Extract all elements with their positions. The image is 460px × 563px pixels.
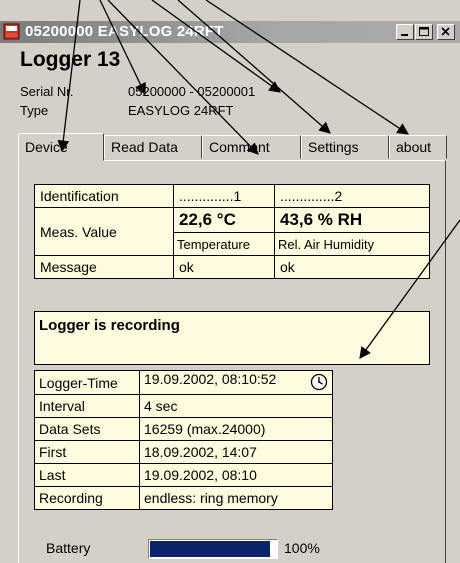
table-row: Recording endless: ring memory <box>34 486 333 510</box>
tab-settings[interactable]: Settings <box>301 135 389 159</box>
humidity-value: 43,6 % RH <box>274 207 430 233</box>
table-row: Message ok ok <box>34 255 430 279</box>
datasets-value: 16259 (max.24000) <box>139 417 333 441</box>
identification-1: ..............1 <box>173 184 275 208</box>
serial-row: Serial Nr. 05200000 - 05200001 <box>20 84 255 99</box>
battery-label: Battery <box>46 540 91 556</box>
humidity-unit-label: Rel. Air Humidity <box>274 232 430 256</box>
logger-time-label: Logger-Time <box>34 370 140 395</box>
first-value: 18.09.2002, 14:07 <box>139 440 333 464</box>
temperature-value: 22,6 °C <box>173 207 275 233</box>
battery-value: 100% <box>284 540 320 556</box>
identification-label: Identification <box>34 184 174 208</box>
table-row: Meas. Value 22,6 °C 43,6 % RH <box>34 207 430 256</box>
type-row: Type EASYLOG 24RFT <box>20 103 233 118</box>
table-row: Interval 4 sec <box>34 394 333 418</box>
minimize-button[interactable] <box>396 24 414 40</box>
table-row: Identification ..............1 .........… <box>34 184 430 208</box>
serial-label: Serial Nr. <box>20 84 74 99</box>
logger-time-text: 19.09.2002, 08:10:52 <box>144 371 277 387</box>
message-2: ok <box>274 255 430 279</box>
logger-title: Logger 13 <box>20 48 121 71</box>
table-row: Logger-Time 19.09.2002, 08:10:52 <box>34 370 333 395</box>
interval-value: 4 sec <box>139 394 333 418</box>
identification-2: ..............2 <box>274 184 430 208</box>
window-title: 05200000 EASYLOG 24RFT <box>25 23 224 40</box>
close-icon <box>441 27 450 36</box>
tab-about[interactable]: about <box>389 135 447 159</box>
tab-read-data[interactable]: Read Data <box>104 135 202 159</box>
first-label: First <box>34 440 140 464</box>
close-button[interactable] <box>437 24 455 40</box>
message-label: Message <box>34 255 174 279</box>
title-bar[interactable]: 05200000 EASYLOG 24RFT <box>0 21 460 43</box>
minimize-icon <box>401 34 408 36</box>
last-label: Last <box>34 463 140 487</box>
last-value: 19.09.2002, 08:10 <box>139 463 333 487</box>
logger-app-icon <box>3 23 20 40</box>
tab-device[interactable]: Device <box>18 133 104 161</box>
battery-progress-fill <box>150 541 270 557</box>
recording-status: Logger is recording <box>34 311 430 365</box>
type-label: Type <box>20 103 49 118</box>
meas-value-label: Meas. Value <box>34 207 174 256</box>
application-window: 05200000 EASYLOG 24RFT Logger 13 Serial … <box>0 0 460 563</box>
table-row: Last 19.09.2002, 08:10 <box>34 463 333 487</box>
tab-comment[interactable]: Comment <box>202 135 301 159</box>
maximize-icon <box>419 27 429 36</box>
message-1: ok <box>173 255 275 279</box>
measurements-table: Identification ..............1 .........… <box>34 184 430 279</box>
logger-info-table: Logger-Time 19.09.2002, 08:10:52 Interva… <box>34 370 333 510</box>
interval-label: Interval <box>34 394 140 418</box>
logger-time-value: 19.09.2002, 08:10:52 <box>139 370 333 395</box>
recording-label: Recording <box>34 486 140 510</box>
recording-value: endless: ring memory <box>139 486 333 510</box>
serial-value: 05200000 - 05200001 <box>128 84 256 99</box>
type-value: EASYLOG 24RFT <box>128 103 234 118</box>
temperature-unit-label: Temperature <box>173 232 275 256</box>
datasets-label: Data Sets <box>34 417 140 441</box>
battery-progress-bar <box>148 539 278 559</box>
table-row: First 18.09.2002, 14:07 <box>34 440 333 464</box>
clock-icon[interactable] <box>310 373 328 394</box>
table-row: Data Sets 16259 (max.24000) <box>34 417 333 441</box>
maximize-button[interactable] <box>415 24 433 40</box>
